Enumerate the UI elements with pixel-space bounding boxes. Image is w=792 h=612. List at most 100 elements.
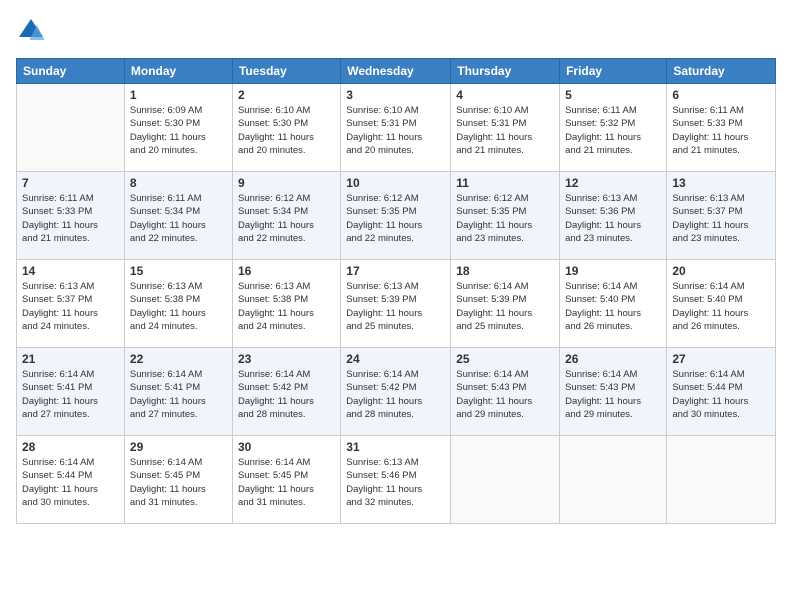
day-info: Sunrise: 6:12 AMSunset: 5:35 PMDaylight:… [346, 192, 445, 245]
day-info: Sunrise: 6:12 AMSunset: 5:35 PMDaylight:… [456, 192, 554, 245]
calendar-week-2: 14 Sunrise: 6:13 AMSunset: 5:37 PMDayligh… [17, 260, 776, 348]
day-info: Sunrise: 6:13 AMSunset: 5:39 PMDaylight:… [346, 280, 445, 333]
calendar-cell [560, 436, 667, 524]
calendar-cell: 16 Sunrise: 6:13 AMSunset: 5:38 PMDayligh… [232, 260, 340, 348]
calendar-cell: 26 Sunrise: 6:14 AMSunset: 5:43 PMDayligh… [560, 348, 667, 436]
logo-icon [16, 16, 46, 46]
day-info: Sunrise: 6:14 AMSunset: 5:42 PMDaylight:… [346, 368, 445, 421]
day-info: Sunrise: 6:14 AMSunset: 5:44 PMDaylight:… [672, 368, 770, 421]
calendar-cell: 30 Sunrise: 6:14 AMSunset: 5:45 PMDayligh… [232, 436, 340, 524]
day-info: Sunrise: 6:14 AMSunset: 5:42 PMDaylight:… [238, 368, 335, 421]
calendar-cell: 8Sunrise: 6:11 AMSunset: 5:34 PMDaylight… [124, 172, 232, 260]
day-info: Sunrise: 6:14 AMSunset: 5:45 PMDaylight:… [238, 456, 335, 509]
day-info: Sunrise: 6:13 AMSunset: 5:37 PMDaylight:… [672, 192, 770, 245]
day-info: Sunrise: 6:09 AMSunset: 5:30 PMDaylight:… [130, 104, 227, 157]
day-number: 17 [346, 264, 445, 278]
day-info: Sunrise: 6:13 AMSunset: 5:46 PMDaylight:… [346, 456, 445, 509]
day-info: Sunrise: 6:14 AMSunset: 5:43 PMDaylight:… [565, 368, 661, 421]
calendar-cell [17, 84, 125, 172]
header-sunday: Sunday [17, 59, 125, 84]
day-info: Sunrise: 6:11 AMSunset: 5:33 PMDaylight:… [22, 192, 119, 245]
calendar-cell: 7 Sunrise: 6:11 AMSunset: 5:33 PMDaylight… [17, 172, 125, 260]
day-number: 20 [672, 264, 770, 278]
calendar-cell: 4Sunrise: 6:10 AMSunset: 5:31 PMDaylight… [451, 84, 560, 172]
logo [16, 16, 50, 46]
day-number: 23 [238, 352, 335, 366]
calendar-cell: 17 Sunrise: 6:13 AMSunset: 5:39 PMDayligh… [341, 260, 451, 348]
calendar-week-3: 21Sunrise: 6:14 AMSunset: 5:41 PMDayligh… [17, 348, 776, 436]
calendar-cell: 25Sunrise: 6:14 AMSunset: 5:43 PMDayligh… [451, 348, 560, 436]
calendar-header-row: SundayMondayTuesdayWednesdayThursdayFrid… [17, 59, 776, 84]
day-info: Sunrise: 6:14 AMSunset: 5:45 PMDaylight:… [130, 456, 227, 509]
day-info: Sunrise: 6:10 AMSunset: 5:31 PMDaylight:… [346, 104, 445, 157]
calendar-cell: 15Sunrise: 6:13 AMSunset: 5:38 PMDayligh… [124, 260, 232, 348]
header-tuesday: Tuesday [232, 59, 340, 84]
day-number: 1 [130, 88, 227, 102]
day-info: Sunrise: 6:14 AMSunset: 5:44 PMDaylight:… [22, 456, 119, 509]
day-number: 16 [238, 264, 335, 278]
day-number: 14 [22, 264, 119, 278]
day-info: Sunrise: 6:14 AMSunset: 5:39 PMDaylight:… [456, 280, 554, 333]
calendar-cell [451, 436, 560, 524]
day-number: 4 [456, 88, 554, 102]
calendar-cell: 19Sunrise: 6:14 AMSunset: 5:40 PMDayligh… [560, 260, 667, 348]
page: SundayMondayTuesdayWednesdayThursdayFrid… [0, 0, 792, 612]
day-number: 30 [238, 440, 335, 454]
calendar-cell: 29 Sunrise: 6:14 AMSunset: 5:45 PMDayligh… [124, 436, 232, 524]
calendar-cell: 24 Sunrise: 6:14 AMSunset: 5:42 PMDayligh… [341, 348, 451, 436]
day-info: Sunrise: 6:14 AMSunset: 5:41 PMDaylight:… [130, 368, 227, 421]
calendar-cell: 21Sunrise: 6:14 AMSunset: 5:41 PMDayligh… [17, 348, 125, 436]
day-number: 3 [346, 88, 445, 102]
calendar-cell: 11 Sunrise: 6:12 AMSunset: 5:35 PMDayligh… [451, 172, 560, 260]
calendar-cell: 31 Sunrise: 6:13 AMSunset: 5:46 PMDayligh… [341, 436, 451, 524]
day-info: Sunrise: 6:11 AMSunset: 5:32 PMDaylight:… [565, 104, 661, 157]
calendar-cell: 1 Sunrise: 6:09 AMSunset: 5:30 PMDaylight… [124, 84, 232, 172]
day-number: 31 [346, 440, 445, 454]
day-info: Sunrise: 6:14 AMSunset: 5:40 PMDaylight:… [672, 280, 770, 333]
day-number: 29 [130, 440, 227, 454]
calendar-cell: 27 Sunrise: 6:14 AMSunset: 5:44 PMDayligh… [667, 348, 776, 436]
calendar-cell: 9 Sunrise: 6:12 AMSunset: 5:34 PMDaylight… [232, 172, 340, 260]
day-number: 26 [565, 352, 661, 366]
calendar-cell: 12 Sunrise: 6:13 AMSunset: 5:36 PMDayligh… [560, 172, 667, 260]
day-info: Sunrise: 6:13 AMSunset: 5:38 PMDaylight:… [238, 280, 335, 333]
day-number: 7 [22, 176, 119, 190]
day-number: 11 [456, 176, 554, 190]
day-number: 24 [346, 352, 445, 366]
calendar-cell: 2Sunrise: 6:10 AMSunset: 5:30 PMDaylight… [232, 84, 340, 172]
day-number: 8 [130, 176, 227, 190]
day-info: Sunrise: 6:14 AMSunset: 5:41 PMDaylight:… [22, 368, 119, 421]
day-info: Sunrise: 6:10 AMSunset: 5:30 PMDaylight:… [238, 104, 335, 157]
header-wednesday: Wednesday [341, 59, 451, 84]
day-number: 27 [672, 352, 770, 366]
calendar-cell [667, 436, 776, 524]
day-info: Sunrise: 6:12 AMSunset: 5:34 PMDaylight:… [238, 192, 335, 245]
calendar-cell: 13 Sunrise: 6:13 AMSunset: 5:37 PMDayligh… [667, 172, 776, 260]
day-number: 13 [672, 176, 770, 190]
day-number: 19 [565, 264, 661, 278]
calendar-cell: 5Sunrise: 6:11 AMSunset: 5:32 PMDaylight… [560, 84, 667, 172]
day-info: Sunrise: 6:11 AMSunset: 5:33 PMDaylight:… [672, 104, 770, 157]
calendar-cell: 20 Sunrise: 6:14 AMSunset: 5:40 PMDayligh… [667, 260, 776, 348]
calendar-week-4: 28 Sunrise: 6:14 AMSunset: 5:44 PMDayligh… [17, 436, 776, 524]
day-info: Sunrise: 6:14 AMSunset: 5:43 PMDaylight:… [456, 368, 554, 421]
calendar-cell: 23 Sunrise: 6:14 AMSunset: 5:42 PMDayligh… [232, 348, 340, 436]
day-info: Sunrise: 6:13 AMSunset: 5:36 PMDaylight:… [565, 192, 661, 245]
calendar-cell: 18 Sunrise: 6:14 AMSunset: 5:39 PMDayligh… [451, 260, 560, 348]
calendar-cell: 6Sunrise: 6:11 AMSunset: 5:33 PMDaylight… [667, 84, 776, 172]
day-info: Sunrise: 6:13 AMSunset: 5:37 PMDaylight:… [22, 280, 119, 333]
calendar-cell: 28 Sunrise: 6:14 AMSunset: 5:44 PMDayligh… [17, 436, 125, 524]
calendar-table: SundayMondayTuesdayWednesdayThursdayFrid… [16, 58, 776, 524]
calendar-week-0: 1 Sunrise: 6:09 AMSunset: 5:30 PMDaylight… [17, 84, 776, 172]
day-number: 28 [22, 440, 119, 454]
day-number: 18 [456, 264, 554, 278]
header [16, 16, 776, 46]
day-number: 12 [565, 176, 661, 190]
calendar-cell: 22Sunrise: 6:14 AMSunset: 5:41 PMDayligh… [124, 348, 232, 436]
header-friday: Friday [560, 59, 667, 84]
calendar-cell: 3 Sunrise: 6:10 AMSunset: 5:31 PMDaylight… [341, 84, 451, 172]
day-number: 9 [238, 176, 335, 190]
calendar-week-1: 7 Sunrise: 6:11 AMSunset: 5:33 PMDaylight… [17, 172, 776, 260]
header-saturday: Saturday [667, 59, 776, 84]
day-number: 10 [346, 176, 445, 190]
